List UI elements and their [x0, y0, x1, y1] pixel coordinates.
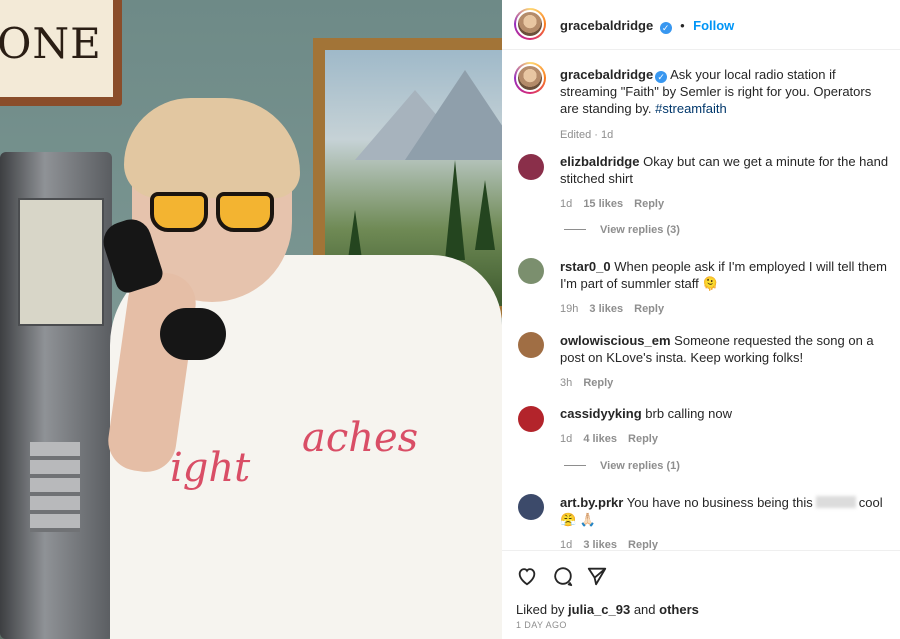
comment: art.by.prkr You have no business being t…: [560, 494, 890, 554]
replies-divider-line: [564, 229, 586, 230]
comment: owlowiscious_em Someone requested the so…: [560, 332, 890, 392]
liked-by-prefix: Liked by: [516, 602, 565, 617]
comment-likes[interactable]: 4 likes: [583, 433, 617, 445]
liked-by-and: and: [633, 602, 656, 617]
comment-time: 1d: [560, 433, 573, 445]
comment: cassidyyking brb calling now 1d 4 likes …: [560, 405, 890, 448]
post-photo[interactable]: ONE ight aches: [0, 0, 502, 639]
commenter-avatar[interactable]: [518, 406, 544, 432]
sign-text: ONE: [0, 19, 102, 68]
blurred-word: [815, 496, 856, 508]
comment-text-start: You have no business being this: [626, 495, 813, 510]
reply-button[interactable]: Reply: [634, 198, 664, 210]
comment: elizbaldridge Okay but can we get a minu…: [560, 153, 890, 213]
heart-icon[interactable]: [516, 565, 538, 587]
comment-time: 1d: [560, 198, 573, 210]
shirt-embroidery-left: ight: [170, 445, 251, 491]
verified-badge-icon: ✓: [655, 71, 668, 83]
reply-button[interactable]: Reply: [583, 377, 613, 389]
view-replies-label: View replies (1): [600, 460, 680, 472]
caption-hashtag[interactable]: #streamfaith: [655, 101, 727, 116]
comment-text: brb calling now: [645, 406, 732, 421]
comment-likes[interactable]: 15 likes: [583, 198, 623, 210]
comment-meta: 3h Reply: [560, 375, 890, 392]
reply-button[interactable]: Reply: [634, 303, 664, 315]
post-header: gracebaldridge ✓ • Follow: [502, 0, 900, 50]
comment-icon[interactable]: [552, 565, 574, 587]
header-author-row: gracebaldridge ✓ • Follow: [560, 17, 734, 35]
yellow-sunglasses: [150, 192, 280, 234]
comment-username[interactable]: art.by.prkr: [560, 495, 623, 510]
separator-dot: •: [680, 18, 685, 33]
comment-username[interactable]: cassidyyking: [560, 406, 642, 421]
comment-time: 19h: [560, 303, 579, 315]
comment-username[interactable]: rstar0_0: [560, 259, 611, 274]
view-replies-button[interactable]: View replies (1): [564, 460, 680, 472]
view-replies-button[interactable]: View replies (3): [564, 224, 680, 236]
person-hair: [124, 98, 300, 198]
comment-meta: 19h 3 likes Reply: [560, 301, 890, 318]
commenter-avatar[interactable]: [518, 494, 544, 520]
liked-by-summary: Liked by julia_c_93 and others: [516, 602, 699, 617]
payphone: [0, 152, 112, 639]
follow-button[interactable]: Follow: [693, 18, 734, 33]
reply-button[interactable]: Reply: [628, 433, 658, 445]
commenter-avatar[interactable]: [518, 154, 544, 180]
comment-username[interactable]: owlowiscious_em: [560, 333, 671, 348]
comment-likes[interactable]: 3 likes: [589, 303, 623, 315]
phone-receiver-earpiece: [160, 308, 226, 360]
caption-author-avatar[interactable]: [514, 62, 546, 94]
post-date: 1 DAY AGO: [516, 620, 567, 630]
caption-edited-meta: Edited · 1d: [560, 129, 614, 141]
liked-by-others[interactable]: others: [659, 602, 699, 617]
liked-by-user[interactable]: julia_c_93: [568, 602, 630, 617]
post-caption: gracebaldridge ✓ Ask your local radio sta…: [560, 66, 886, 144]
post-sidebar: gracebaldridge ✓ • Follow gracebaldridge…: [502, 0, 900, 639]
commenter-avatar[interactable]: [518, 332, 544, 358]
view-replies-label: View replies (3): [600, 224, 680, 236]
comment-time: 3h: [560, 377, 573, 389]
action-bar: Liked by julia_c_93 and others 1 DAY AGO: [502, 550, 900, 639]
comment-meta: 1d 4 likes Reply: [560, 431, 890, 448]
verified-badge-icon: ✓: [659, 22, 672, 34]
share-icon[interactable]: [586, 565, 608, 587]
commenter-avatar[interactable]: [518, 258, 544, 284]
author-username[interactable]: gracebaldridge: [560, 18, 653, 33]
payphone-keypad: [30, 442, 80, 532]
author-avatar[interactable]: [514, 8, 546, 40]
comment: rstar0_0 When people ask if I'm employed…: [560, 258, 890, 318]
payphone-panel: [18, 198, 104, 326]
shirt-embroidery-right: aches: [302, 415, 419, 461]
comment-username[interactable]: elizbaldridge: [560, 154, 639, 169]
caption-username[interactable]: gracebaldridge: [560, 67, 653, 82]
comment-meta: 1d 15 likes Reply: [560, 196, 890, 213]
replies-divider-line: [564, 465, 586, 466]
wall-sign: ONE: [0, 0, 122, 106]
